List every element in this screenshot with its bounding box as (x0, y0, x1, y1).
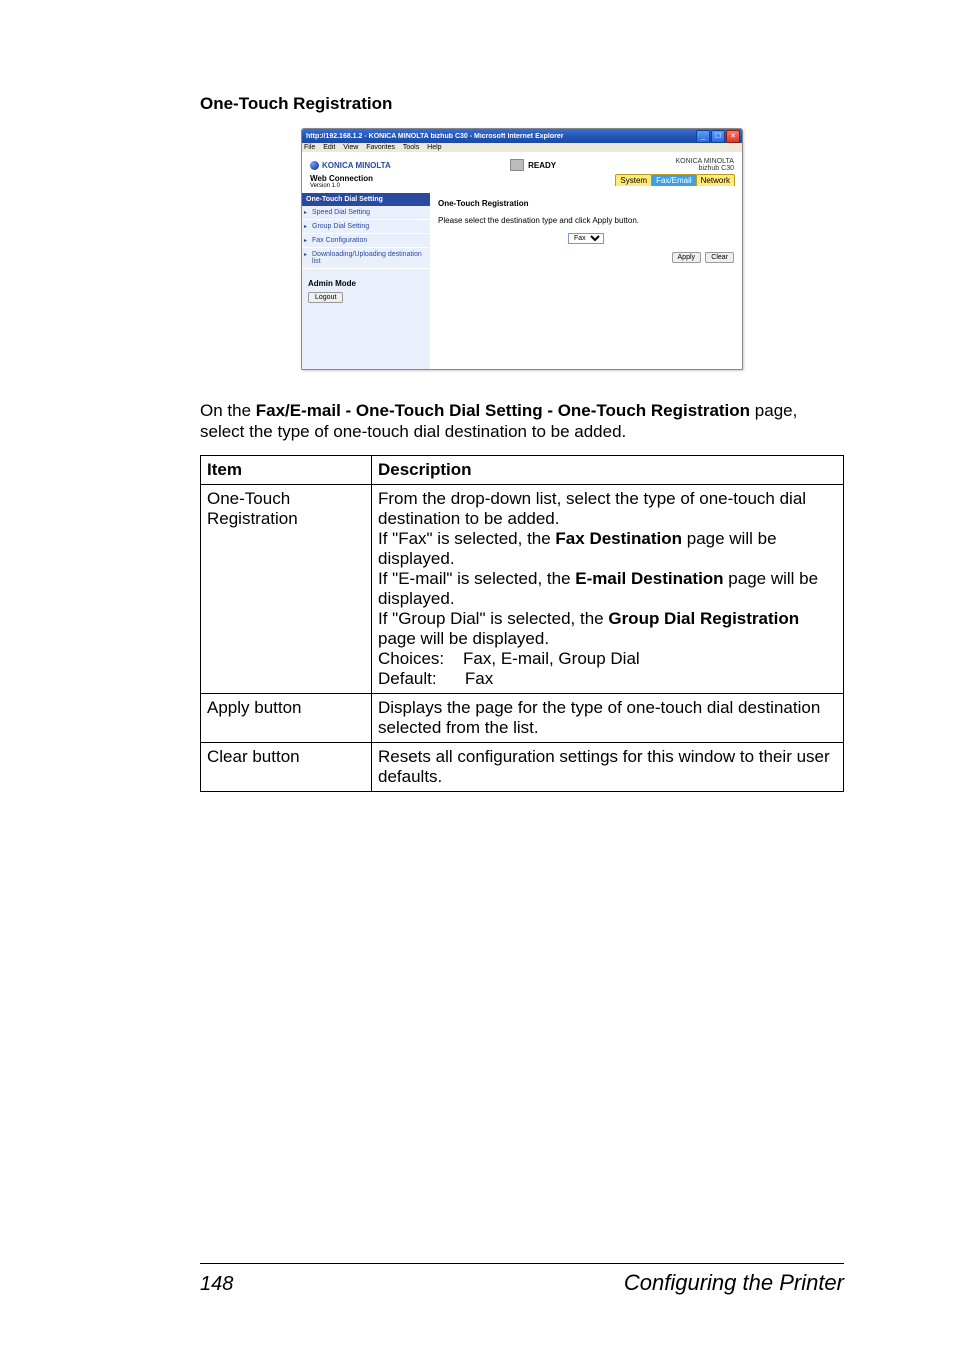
menu-edit: Edit (323, 144, 335, 151)
sidebar: One-Touch Dial Setting Speed Dial Settin… (302, 193, 430, 369)
row1-line2a: If "Fax" is selected, the (378, 529, 555, 548)
row1-line2b: Fax Destination (555, 529, 682, 548)
tab-fax-email: Fax/Email (651, 174, 697, 186)
intro-paragraph: On the Fax/E-mail - One-Touch Dial Setti… (200, 400, 844, 443)
brand-name: KONICA MINOLTA (322, 161, 391, 170)
sidebar-item-group-dial: Group Dial Setting (302, 220, 430, 234)
tab-network: Network (696, 174, 735, 186)
row1-line6: Default: Fax (378, 669, 493, 688)
apply-button: Apply (672, 252, 702, 263)
sidebar-header: One-Touch Dial Setting (302, 193, 430, 206)
row2-item: Apply button (201, 693, 372, 742)
section-title: One-Touch Registration (200, 94, 844, 114)
row1-line1: From the drop-down list, select the type… (378, 489, 806, 528)
row3-item: Clear button (201, 742, 372, 791)
web-connection-label: Web Connection (310, 174, 373, 183)
sidebar-item-download-upload: Downloading/Uploading destination list (302, 248, 430, 269)
row1-desc: From the drop-down list, select the type… (372, 484, 844, 693)
clear-button: Clear (705, 252, 734, 263)
corner-brand: KONICA MINOLTA (676, 158, 734, 165)
th-description: Description (372, 455, 844, 484)
window-title: http://192.168.1.2 - KONICA MINOLTA bizh… (304, 133, 696, 140)
sidebar-item-fax-config: Fax Configuration (302, 234, 430, 248)
row1-line3a: If "E-mail" is selected, the (378, 569, 575, 588)
row3-desc: Resets all configuration settings for th… (372, 742, 844, 791)
corner-model: bizhub C30 (676, 165, 734, 172)
menu-help: Help (427, 144, 441, 151)
brand-logo-icon (310, 161, 319, 170)
browser-menubar: File Edit View Favorites Tools Help (302, 143, 742, 152)
row1-line5: Choices: Fax, E-mail, Group Dial (378, 649, 640, 668)
main-instruction: Please select the destination type and c… (438, 216, 734, 225)
intro-bold-path: Fax/E-mail - One-Touch Dial Setting - On… (256, 401, 750, 420)
page-footer: 148 Configuring the Printer (200, 1263, 844, 1296)
page-number: 148 (200, 1273, 233, 1296)
row1-line4b: Group Dial Registration (608, 609, 799, 628)
description-table: Item Description One-Touch Registration … (200, 455, 844, 792)
tab-system: System (615, 174, 652, 186)
row1-line4c: page will be displayed. (378, 629, 549, 648)
status-text: READY (528, 161, 556, 170)
menu-favorites: Favorites (366, 144, 395, 151)
maximize-icon: ☐ (711, 130, 725, 143)
printer-icon (510, 159, 524, 171)
embedded-browser-screenshot: http://192.168.1.2 - KONICA MINOLTA bizh… (301, 128, 743, 370)
admin-mode-label: Admin Mode (308, 279, 424, 288)
row2-desc: Displays the page for the type of one-to… (372, 693, 844, 742)
row1-line4a: If "Group Dial" is selected, the (378, 609, 608, 628)
logout-button: Logout (308, 292, 343, 303)
version-label: Version 1.0 (310, 183, 373, 189)
close-icon: ✕ (726, 130, 740, 143)
menu-tools: Tools (403, 144, 419, 151)
menu-view: View (343, 144, 358, 151)
th-item: Item (201, 455, 372, 484)
row1-line3b: E-mail Destination (575, 569, 723, 588)
destination-type-select: Fax (568, 233, 604, 244)
main-pane: One-Touch Registration Please select the… (430, 193, 742, 369)
intro-pre: On the (200, 401, 256, 420)
chapter-title: Configuring the Printer (624, 1270, 844, 1296)
menu-file: File (304, 144, 315, 151)
row1-item: One-Touch Registration (201, 484, 372, 693)
main-title: One-Touch Registration (438, 199, 734, 208)
sidebar-item-speed-dial: Speed Dial Setting (302, 206, 430, 220)
window-titlebar: http://192.168.1.2 - KONICA MINOLTA bizh… (302, 129, 742, 143)
minimize-icon: _ (696, 130, 710, 143)
